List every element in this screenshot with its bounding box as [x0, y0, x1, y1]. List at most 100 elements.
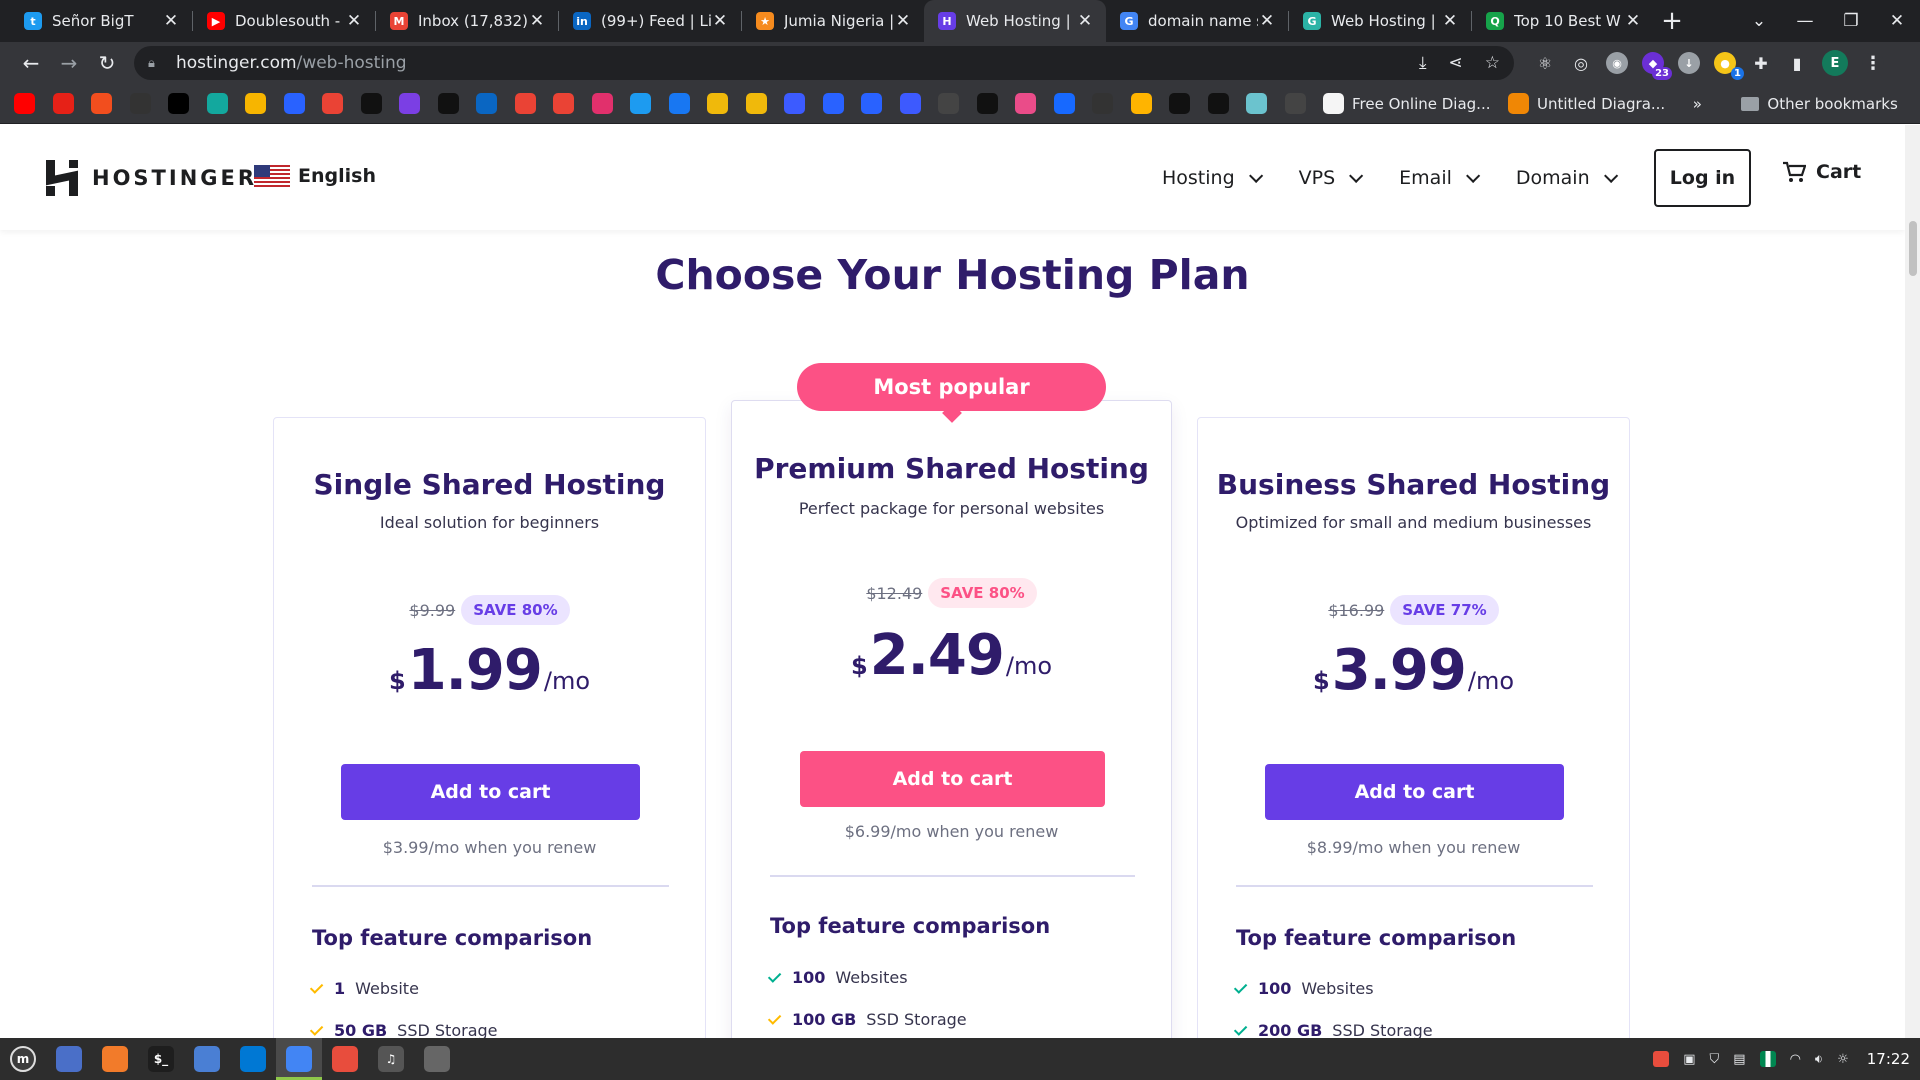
taskbar-app[interactable]: m — [0, 1038, 46, 1080]
browser-tab[interactable]: in (99+) Feed | Lin ✕ — [559, 0, 741, 42]
side-panel-icon[interactable]: ▮ — [1786, 52, 1808, 74]
bookmark-icon[interactable] — [52, 93, 74, 114]
bookmark-icon[interactable] — [322, 93, 343, 114]
notes-icon[interactable]: ▤ — [1733, 1052, 1745, 1067]
chrome-menu-icon[interactable]: ⋮ — [1862, 52, 1884, 74]
restore-button[interactable]: ❐ — [1828, 11, 1874, 31]
yellow-extension-icon[interactable]: ● 1 — [1714, 52, 1744, 80]
bookmark-icon[interactable] — [206, 93, 228, 114]
bookmark-icon[interactable] — [437, 93, 459, 114]
bookmark-icon[interactable] — [861, 93, 882, 114]
add-to-cart-button[interactable]: Add to cart — [341, 764, 640, 820]
taskbar-app[interactable] — [276, 1038, 322, 1080]
bookmark-star-icon[interactable]: ☆ — [1485, 53, 1500, 73]
forward-button[interactable]: → — [50, 44, 88, 82]
browser-tab[interactable]: Q Top 10 Best W ✕ — [1472, 0, 1654, 42]
tab-close-icon[interactable]: ✕ — [1441, 11, 1459, 31]
add-to-cart-button[interactable]: Add to cart — [1265, 764, 1564, 820]
tab-close-icon[interactable]: ✕ — [1076, 11, 1094, 31]
bookmark-icon[interactable] — [745, 93, 767, 114]
taskbar-app[interactable]: ♫ — [368, 1038, 414, 1080]
taskbar-app[interactable] — [184, 1038, 230, 1080]
tab-close-icon[interactable]: ✕ — [711, 11, 729, 31]
browser-tab[interactable]: M Inbox (17,832) ✕ — [376, 0, 558, 42]
new-tab-button[interactable]: + — [1654, 0, 1690, 42]
taskbar-app[interactable]: $_ — [138, 1038, 184, 1080]
bookmark-item[interactable]: Untitled Diagra... — [1508, 93, 1665, 114]
hostinger-logo[interactable]: HOSTINGER — [46, 160, 257, 196]
bookmark-icon[interactable] — [360, 93, 382, 114]
bookmark-icon[interactable] — [784, 93, 805, 114]
tab-search-icon[interactable]: ⌄ — [1736, 11, 1782, 31]
react-devtools-icon[interactable]: ⚛ — [1534, 52, 1556, 74]
browser-tab[interactable]: G Web Hosting | ✕ — [1289, 0, 1471, 42]
bookmark-icon[interactable] — [822, 93, 844, 114]
bookmark-icon[interactable] — [630, 93, 651, 114]
clock[interactable]: 17:22 — [1867, 1050, 1910, 1068]
bookmark-icon[interactable] — [1015, 93, 1036, 114]
bookmark-icon[interactable] — [1207, 93, 1229, 114]
tab-close-icon[interactable]: ✕ — [1258, 11, 1276, 31]
bookmarks-overflow-button[interactable]: » — [1693, 95, 1702, 113]
bookmark-icon[interactable] — [976, 93, 998, 114]
bookmark-icon[interactable] — [1130, 93, 1152, 114]
page-scrollbar[interactable] — [1905, 125, 1920, 1038]
brightness-icon[interactable]: ☼ — [1837, 1052, 1849, 1067]
profile-avatar[interactable]: E — [1822, 50, 1848, 76]
taskbar-app[interactable] — [322, 1038, 368, 1080]
purple-extension-icon[interactable]: ◆ 23 — [1642, 52, 1672, 80]
tab-close-icon[interactable]: ✕ — [345, 11, 363, 31]
bookmark-icon[interactable] — [283, 93, 305, 114]
browser-tab[interactable]: t Señor BigT ✕ — [10, 0, 192, 42]
bookmark-icon[interactable] — [129, 93, 151, 114]
bookmark-icon[interactable] — [938, 93, 959, 114]
bookmark-icon[interactable] — [1246, 93, 1267, 114]
taskbar-app[interactable] — [414, 1038, 460, 1080]
bookmark-icon[interactable] — [591, 93, 613, 114]
clipboard-icon[interactable]: ▣ — [1683, 1052, 1695, 1067]
share-icon[interactable]: ⋖ — [1449, 53, 1463, 73]
taskbar-app[interactable] — [92, 1038, 138, 1080]
download-extension-icon[interactable]: ↓ — [1678, 52, 1700, 74]
scrollbar-thumb[interactable] — [1909, 221, 1917, 276]
shield-icon[interactable]: ⛉ — [1710, 1052, 1720, 1067]
nav-email[interactable]: Email — [1399, 167, 1481, 189]
bookmark-icon[interactable] — [1284, 93, 1306, 114]
address-bar[interactable]: 🔒︎ hostinger.com/web-hosting ⤓ ⋖ ☆ — [134, 46, 1514, 80]
nav-vps[interactable]: VPS — [1299, 167, 1364, 189]
nigeria-flag-icon[interactable] — [1759, 1051, 1776, 1067]
reload-button[interactable]: ↻ — [88, 44, 126, 82]
cart-link[interactable]: Cart — [1782, 161, 1861, 183]
bookmark-icon[interactable] — [91, 93, 112, 114]
volume-icon[interactable]: 🔉︎ — [1815, 1052, 1823, 1067]
lock-icon[interactable]: 🔒︎ — [148, 56, 162, 71]
bookmark-icon[interactable] — [707, 93, 728, 114]
tab-close-icon[interactable]: ✕ — [894, 11, 912, 31]
browser-tab[interactable]: Gdomain name s ✕ — [1106, 0, 1288, 42]
taskbar-app[interactable] — [230, 1038, 276, 1080]
bookmark-icon[interactable] — [1092, 93, 1113, 114]
close-window-button[interactable]: ✕ — [1874, 11, 1920, 31]
tab-close-icon[interactable]: ✕ — [1624, 11, 1642, 31]
bookmark-icon[interactable] — [514, 93, 536, 114]
add-to-cart-button[interactable]: Add to cart — [800, 751, 1105, 807]
install-app-icon[interactable]: ⤓ — [1419, 53, 1427, 73]
bookmark-icon[interactable] — [553, 93, 574, 114]
taskbar-app[interactable] — [46, 1038, 92, 1080]
browser-tab[interactable]: H Web Hosting | ✕ — [924, 0, 1106, 42]
bookmark-icon[interactable] — [14, 93, 35, 114]
target-extension-icon[interactable]: ◎ — [1570, 52, 1592, 74]
bookmark-icon[interactable] — [1053, 93, 1075, 114]
minimize-button[interactable]: — — [1782, 11, 1828, 31]
bookmark-icon[interactable] — [476, 93, 497, 114]
bookmark-icon[interactable] — [168, 93, 189, 114]
bookmark-icon[interactable] — [668, 93, 690, 114]
language-selector[interactable]: English — [254, 165, 376, 187]
other-bookmarks-folder[interactable]: Other bookmarks — [1741, 95, 1898, 113]
extensions-puzzle-icon[interactable]: ✚ — [1750, 52, 1772, 74]
camera-extension-icon[interactable]: ◉ — [1606, 52, 1628, 74]
nav-domain[interactable]: Domain — [1516, 167, 1618, 189]
login-button[interactable]: Log in — [1654, 149, 1751, 207]
bookmark-icon[interactable] — [245, 93, 266, 114]
anydesk-tray-icon[interactable] — [1653, 1051, 1670, 1067]
